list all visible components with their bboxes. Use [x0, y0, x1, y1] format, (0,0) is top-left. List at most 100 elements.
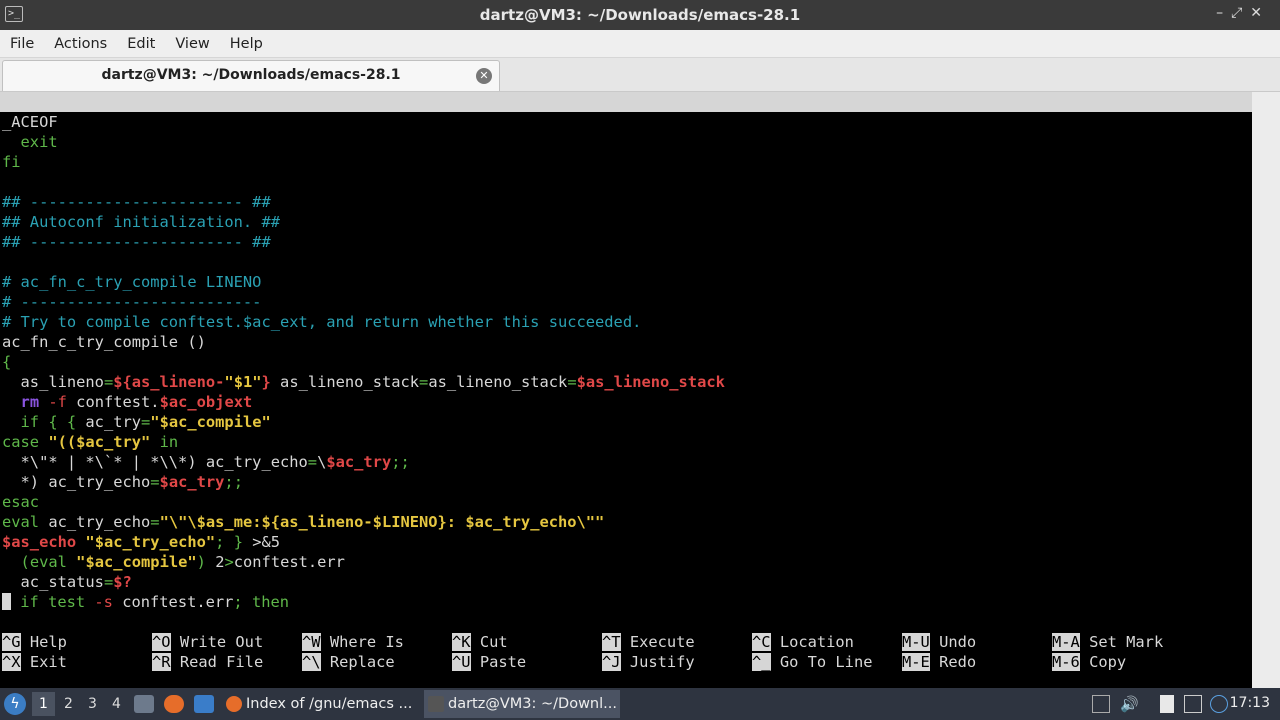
tab-terminal[interactable]: dartz@VM3: ~/Downloads/emacs-28.1 ✕ [2, 60, 500, 91]
code-token: case [2, 433, 40, 451]
menu-actions[interactable]: Actions [44, 30, 117, 58]
code-line[interactable]: *) ac_try_echo=$ac_try;; [2, 472, 243, 492]
code-line[interactable]: (eval "$ac_compile") 2>conftest.err [2, 552, 345, 572]
firefox-icon [226, 696, 242, 712]
code-token: $ac_try [159, 473, 225, 491]
code-line[interactable]: ac_status=$? [2, 572, 132, 592]
code-line[interactable]: # -------------------------- [2, 292, 261, 312]
code-line[interactable]: _ACEOF [2, 112, 58, 132]
volume-icon[interactable]: 🔊 [1120, 695, 1139, 713]
code-line[interactable]: ## ----------------------- ## [2, 192, 271, 212]
shortcut-item: M-E Redo [902, 652, 976, 672]
shortcut-label: Go To Line [770, 653, 873, 671]
menu-view[interactable]: View [165, 30, 219, 58]
code-token: *) ac_try_echo [2, 473, 151, 491]
code-token: $ac_try [326, 453, 392, 471]
shortcut-label: Exit [20, 653, 67, 671]
tray-up-icon[interactable] [1092, 695, 1110, 713]
code-token: = [141, 413, 151, 431]
code-token: conftest.err [112, 593, 234, 611]
taskbar: ϟ 1 2 3 4 Index of /gnu/emacs ... dartz@… [0, 688, 1280, 720]
shortcut-label: Write Out [170, 633, 264, 651]
code-token: ) [196, 553, 216, 571]
code-line[interactable]: $as_echo "$ac_try_echo"; } >&5 [2, 532, 280, 552]
terminal-icon [428, 696, 444, 712]
code-line[interactable]: rm -f conftest.$ac_objext [2, 392, 253, 412]
shortcut-item: ^X Exit [2, 652, 67, 672]
network-icon[interactable] [1184, 695, 1202, 713]
menu-edit[interactable]: Edit [117, 30, 165, 58]
start-menu-icon[interactable]: ϟ [4, 693, 26, 715]
workspace-3[interactable]: 3 [88, 696, 97, 712]
shortcut-item: ^K Cut [452, 632, 508, 652]
update-icon[interactable] [1210, 695, 1228, 713]
code-token: ac_status [2, 573, 104, 591]
code-line[interactable]: eval ac_try_echo="\"\$as_me:${as_lineno-… [2, 512, 604, 532]
shortcut-item: ^O Write Out [152, 632, 263, 652]
workspace-2[interactable]: 2 [64, 696, 73, 712]
shortcut-label: Copy [1079, 653, 1127, 671]
code-line[interactable]: as_lineno=${as_lineno-"$1"} as_lineno_st… [2, 372, 725, 392]
shortcut-item: ^W Where Is [302, 632, 404, 652]
code-token: eval [29, 553, 67, 571]
code-token: { [2, 353, 12, 371]
code-token: = [103, 373, 114, 391]
code-token: ac_fn_c_try_compile () [2, 333, 206, 351]
window-titlebar: >_ dartz@VM3: ~/Downloads/emacs-28.1 –⤢✕ [0, 0, 1280, 30]
clipboard-icon[interactable] [1160, 695, 1174, 713]
code-token: "(($ac_try" [48, 433, 151, 451]
file-manager-icon[interactable] [194, 695, 214, 713]
code-token: = [307, 453, 318, 471]
code-token: } [261, 373, 271, 391]
maximize-button[interactable]: ⤢ [1231, 5, 1250, 21]
menu-help[interactable]: Help [220, 30, 273, 58]
code-line[interactable]: case "(($ac_try" in [2, 432, 178, 452]
shortcut-key: M-U [902, 633, 930, 651]
menu-file[interactable]: File [0, 30, 44, 58]
clock: 17:13 [1229, 695, 1270, 711]
show-desktop-icon[interactable] [134, 695, 154, 713]
code-token: \ [317, 453, 327, 471]
task-label: Index of /gnu/emacs ... [246, 696, 413, 712]
code-token: eval [2, 513, 40, 531]
code-line[interactable]: # ac_fn_c_try_compile LINENO [2, 272, 261, 292]
code-line[interactable]: fi [2, 152, 21, 172]
task-label: dartz@VM3: ~/Downl... [448, 696, 617, 712]
code-line[interactable]: if test -s conftest.err; then [2, 592, 289, 612]
code-line[interactable]: { [2, 352, 11, 372]
nano-filename: configure [612, 133, 696, 151]
code-line[interactable]: exit [2, 132, 58, 152]
code-line[interactable]: esac [2, 492, 39, 512]
code-token: # ac_fn_c_try_compile LINENO [2, 273, 262, 291]
code-line[interactable]: if { { ac_try="$ac_compile" [2, 412, 271, 432]
code-token: ; then [233, 593, 290, 611]
code-line[interactable]: # Try to compile conftest.$ac_ext, and r… [2, 312, 641, 332]
terminal-area[interactable]: GNU nano 5.6.1 configure _ACEOF exit fi ##… [0, 92, 1252, 688]
code-token: $as_lineno_stack [576, 373, 725, 391]
shortcut-key: ^J [602, 653, 621, 671]
minimize-button[interactable]: – [1216, 5, 1231, 21]
shortcut-item: ^J Justify [602, 652, 695, 672]
task-firefox[interactable]: Index of /gnu/emacs ... [222, 690, 418, 718]
close-tab-icon[interactable]: ✕ [476, 68, 492, 84]
code-token: as_lineno_stack [270, 373, 420, 391]
task-terminal[interactable]: dartz@VM3: ~/Downl... [424, 690, 620, 718]
code-line[interactable]: ## ----------------------- ## [2, 232, 271, 252]
code-token: esac [2, 493, 40, 511]
code-line[interactable]: ac_fn_c_try_compile () [2, 332, 206, 352]
workspace-4[interactable]: 4 [112, 696, 121, 712]
firefox-icon[interactable] [164, 695, 184, 713]
code-token: if { { [2, 413, 86, 431]
code-token: "$ac_compile" [150, 413, 271, 431]
shortcut-key: ^X [2, 653, 21, 671]
code-token: ## Autoconf initialization. ## [2, 213, 280, 231]
shortcut-item: ^U Paste [452, 652, 526, 672]
close-window-button[interactable]: ✕ [1250, 5, 1270, 21]
workspace-1[interactable]: 1 [32, 692, 55, 716]
code-line[interactable]: ## Autoconf initialization. ## [2, 212, 280, 232]
code-token: = [150, 473, 160, 491]
code-line[interactable]: *\"* | *\`* | *\\*) ac_try_echo=\$ac_try… [2, 452, 410, 472]
scrollbar[interactable] [1252, 92, 1280, 688]
